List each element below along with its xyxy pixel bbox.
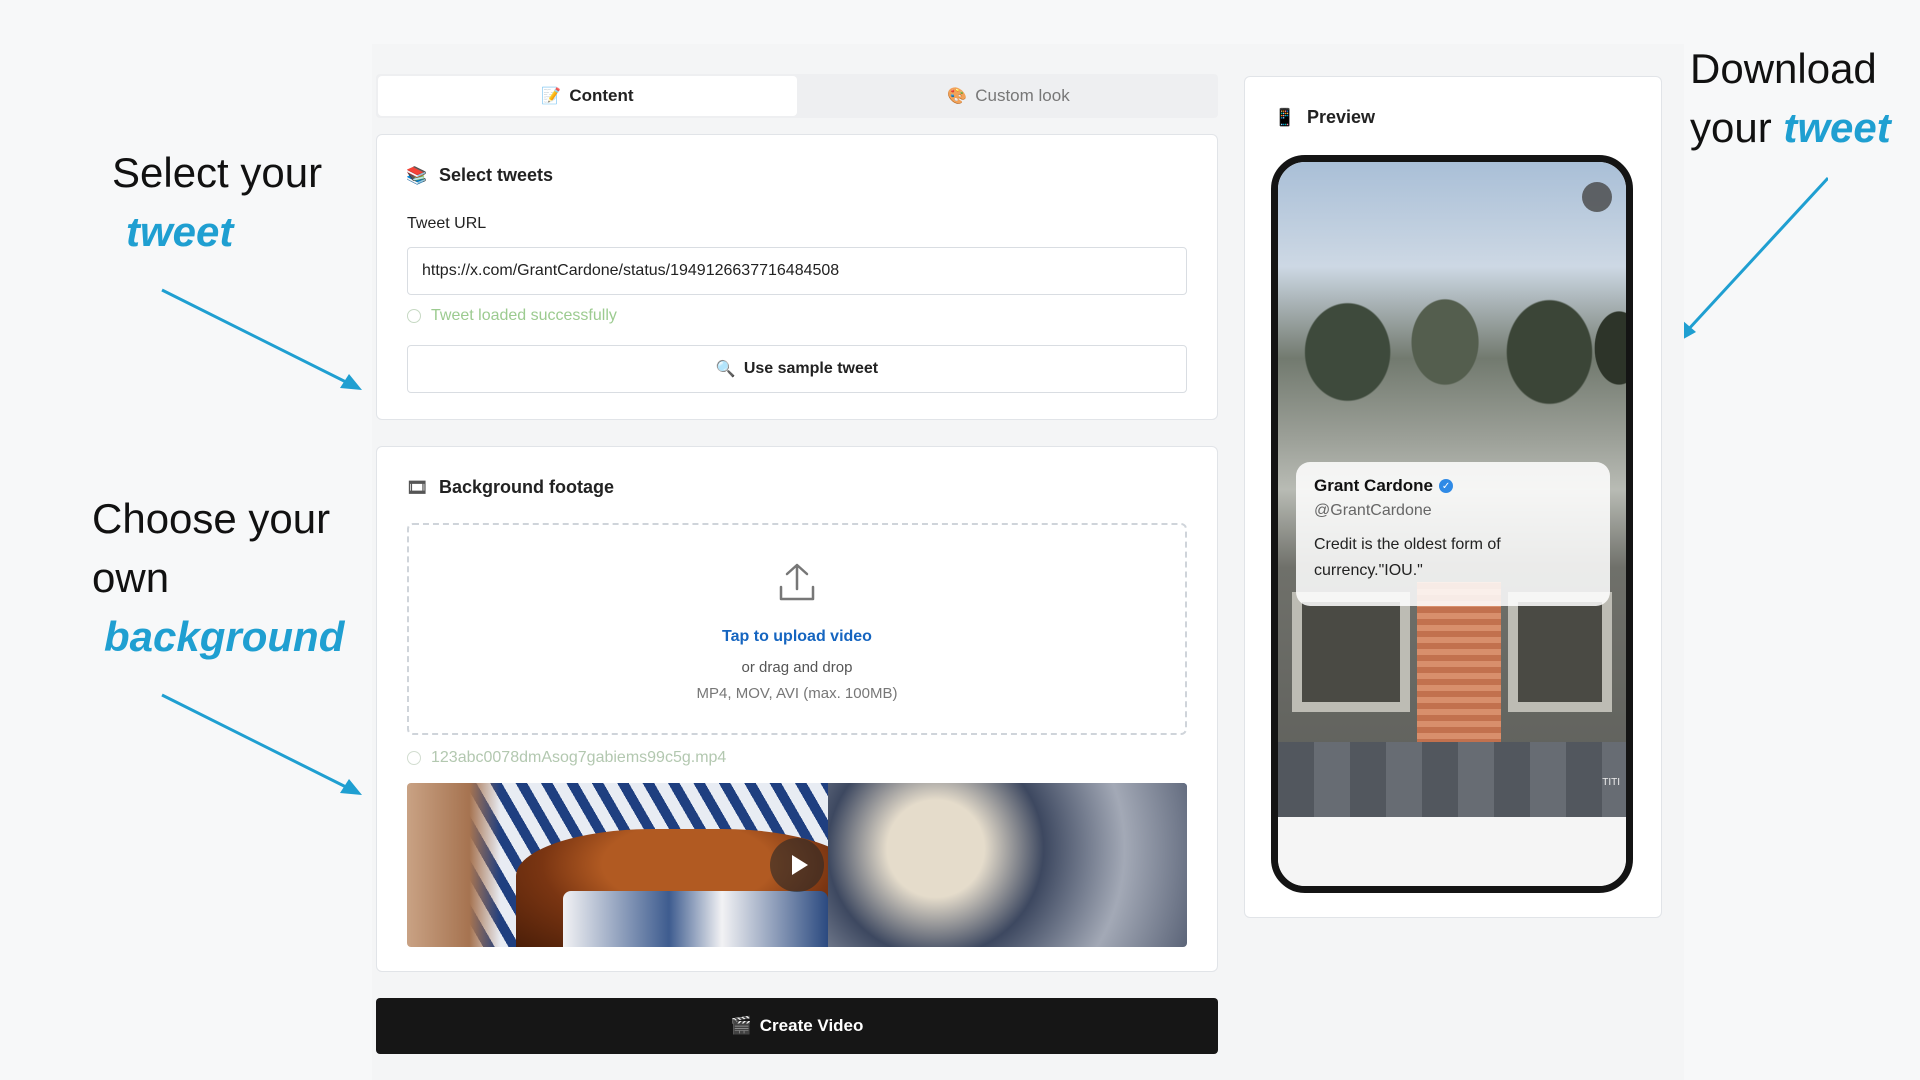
select-tweets-title-text: Select tweets: [439, 165, 554, 185]
tweet-author-name: Grant Cardone: [1314, 476, 1434, 495]
annotation-arrow-download: [1678, 176, 1828, 342]
annotation-download-line1: Download: [1690, 45, 1877, 92]
upload-video-link[interactable]: Tap to upload video: [409, 628, 1185, 646]
annotation-choose-line1: Choose your: [92, 495, 331, 542]
upload-icon: [779, 563, 815, 601]
scene-trees: [1278, 232, 1626, 432]
uploaded-file-name: 123abc0078dmAsog7gabiems99c5g.mp4: [431, 749, 727, 766]
tweet-url-input[interactable]: https://x.com/GrantCardone/status/194912…: [407, 247, 1187, 295]
drag-drop-text: or drag and drop: [741, 659, 853, 676]
background-footage-card: 🎞 Background footage Tap to upload video…: [376, 446, 1218, 972]
tweet-text: Credit is the oldest form of currency."I…: [1314, 536, 1501, 579]
clapperboard-icon: 🎬: [730, 1016, 752, 1035]
annotation-select-emph: tweet: [126, 207, 234, 255]
annotation-select: Select your tweet: [112, 144, 322, 262]
create-video-label: Create Video: [759, 1016, 864, 1035]
document-icon: 📝: [541, 88, 562, 105]
background-footage-title-text: Background footage: [439, 477, 615, 497]
annotation-download-emph: tweet: [1783, 103, 1891, 151]
phone-icon: 📱: [1274, 107, 1296, 127]
annotation-download: Download your tweet: [1690, 40, 1891, 158]
tweet-url-label: Tweet URL: [407, 215, 487, 232]
tweet-load-status: Tweet loaded successfully: [407, 307, 617, 325]
select-tweets-title: 📚 Select tweets: [406, 165, 554, 186]
create-video-button[interactable]: 🎬 Create Video: [376, 998, 1218, 1054]
scene-terrace: [1278, 742, 1626, 817]
phone-preview: TITI Grant Cardone ✓ @GrantCardone Credi…: [1271, 155, 1633, 893]
tweet-author: Grant Cardone ✓: [1314, 476, 1592, 496]
tweets-stack-icon: 📚: [406, 165, 428, 185]
annotation-choose-emph: background: [104, 612, 345, 660]
annotation-download-line2: your: [1690, 103, 1772, 151]
video-thumbnail[interactable]: [407, 783, 1187, 947]
palette-icon: 🎨: [947, 88, 968, 105]
tweet-overlay: Grant Cardone ✓ @GrantCardone Credit is …: [1296, 462, 1610, 606]
play-icon[interactable]: [770, 838, 824, 892]
uploaded-file: 123abc0078dmAsog7gabiems99c5g.mp4: [407, 749, 726, 767]
tab-content-label: Content: [569, 86, 634, 105]
preview-title: 📱 Preview: [1274, 107, 1376, 128]
preview-card: 📱 Preview TITI Grant Cardone ✓ @GrantCar…: [1244, 76, 1662, 918]
annotation-select-line: Select your: [112, 149, 323, 196]
upload-formats-text: MP4, MOV, AVI (max. 100MB): [696, 685, 898, 702]
app-panel: 📝 Content 🎨 Custom look 📚 Select tweets …: [372, 44, 1684, 1080]
select-tweets-card: 📚 Select tweets Tweet URL https://x.com/…: [376, 134, 1218, 420]
tab-custom-look-label: Custom look: [975, 86, 1070, 105]
tab-content[interactable]: 📝 Content: [378, 76, 797, 116]
annotation-choose: Choose your own background: [92, 490, 344, 666]
tweet-handle: @GrantCardone: [1314, 502, 1432, 519]
phone-bottom: [1278, 817, 1626, 886]
annotation-arrow-choose: [161, 693, 362, 795]
film-icon: 🎞: [406, 477, 428, 497]
use-sample-tweet-button[interactable]: 🔍 Use sample tweet: [407, 345, 1187, 393]
tab-bar: 📝 Content 🎨 Custom look: [376, 74, 1218, 118]
scene-hedge-right: [1507, 592, 1613, 712]
video-watermark: TITI: [1602, 777, 1620, 788]
video-dropzone[interactable]: Tap to upload video or drag and drop MP4…: [407, 523, 1187, 735]
tab-custom-look[interactable]: 🎨 Custom look: [799, 74, 1218, 118]
thumbnail-wall: [828, 783, 1187, 947]
use-sample-tweet-label: Use sample tweet: [743, 360, 879, 377]
scene-hedge-left: [1291, 592, 1411, 712]
annotation-arrow-select: [161, 288, 362, 390]
search-icon: 🔍: [715, 361, 736, 378]
background-footage-title: 🎞 Background footage: [406, 477, 615, 498]
check-circle-icon: [407, 751, 421, 765]
check-circle-icon: [407, 309, 421, 323]
camera-icon: [1582, 182, 1612, 212]
thumbnail-pillows: [563, 891, 829, 947]
tweet-load-status-text: Tweet loaded successfully: [431, 307, 617, 324]
annotation-choose-line2: own: [92, 553, 170, 601]
verified-icon: ✓: [1439, 479, 1454, 493]
preview-title-text: Preview: [1307, 107, 1376, 127]
